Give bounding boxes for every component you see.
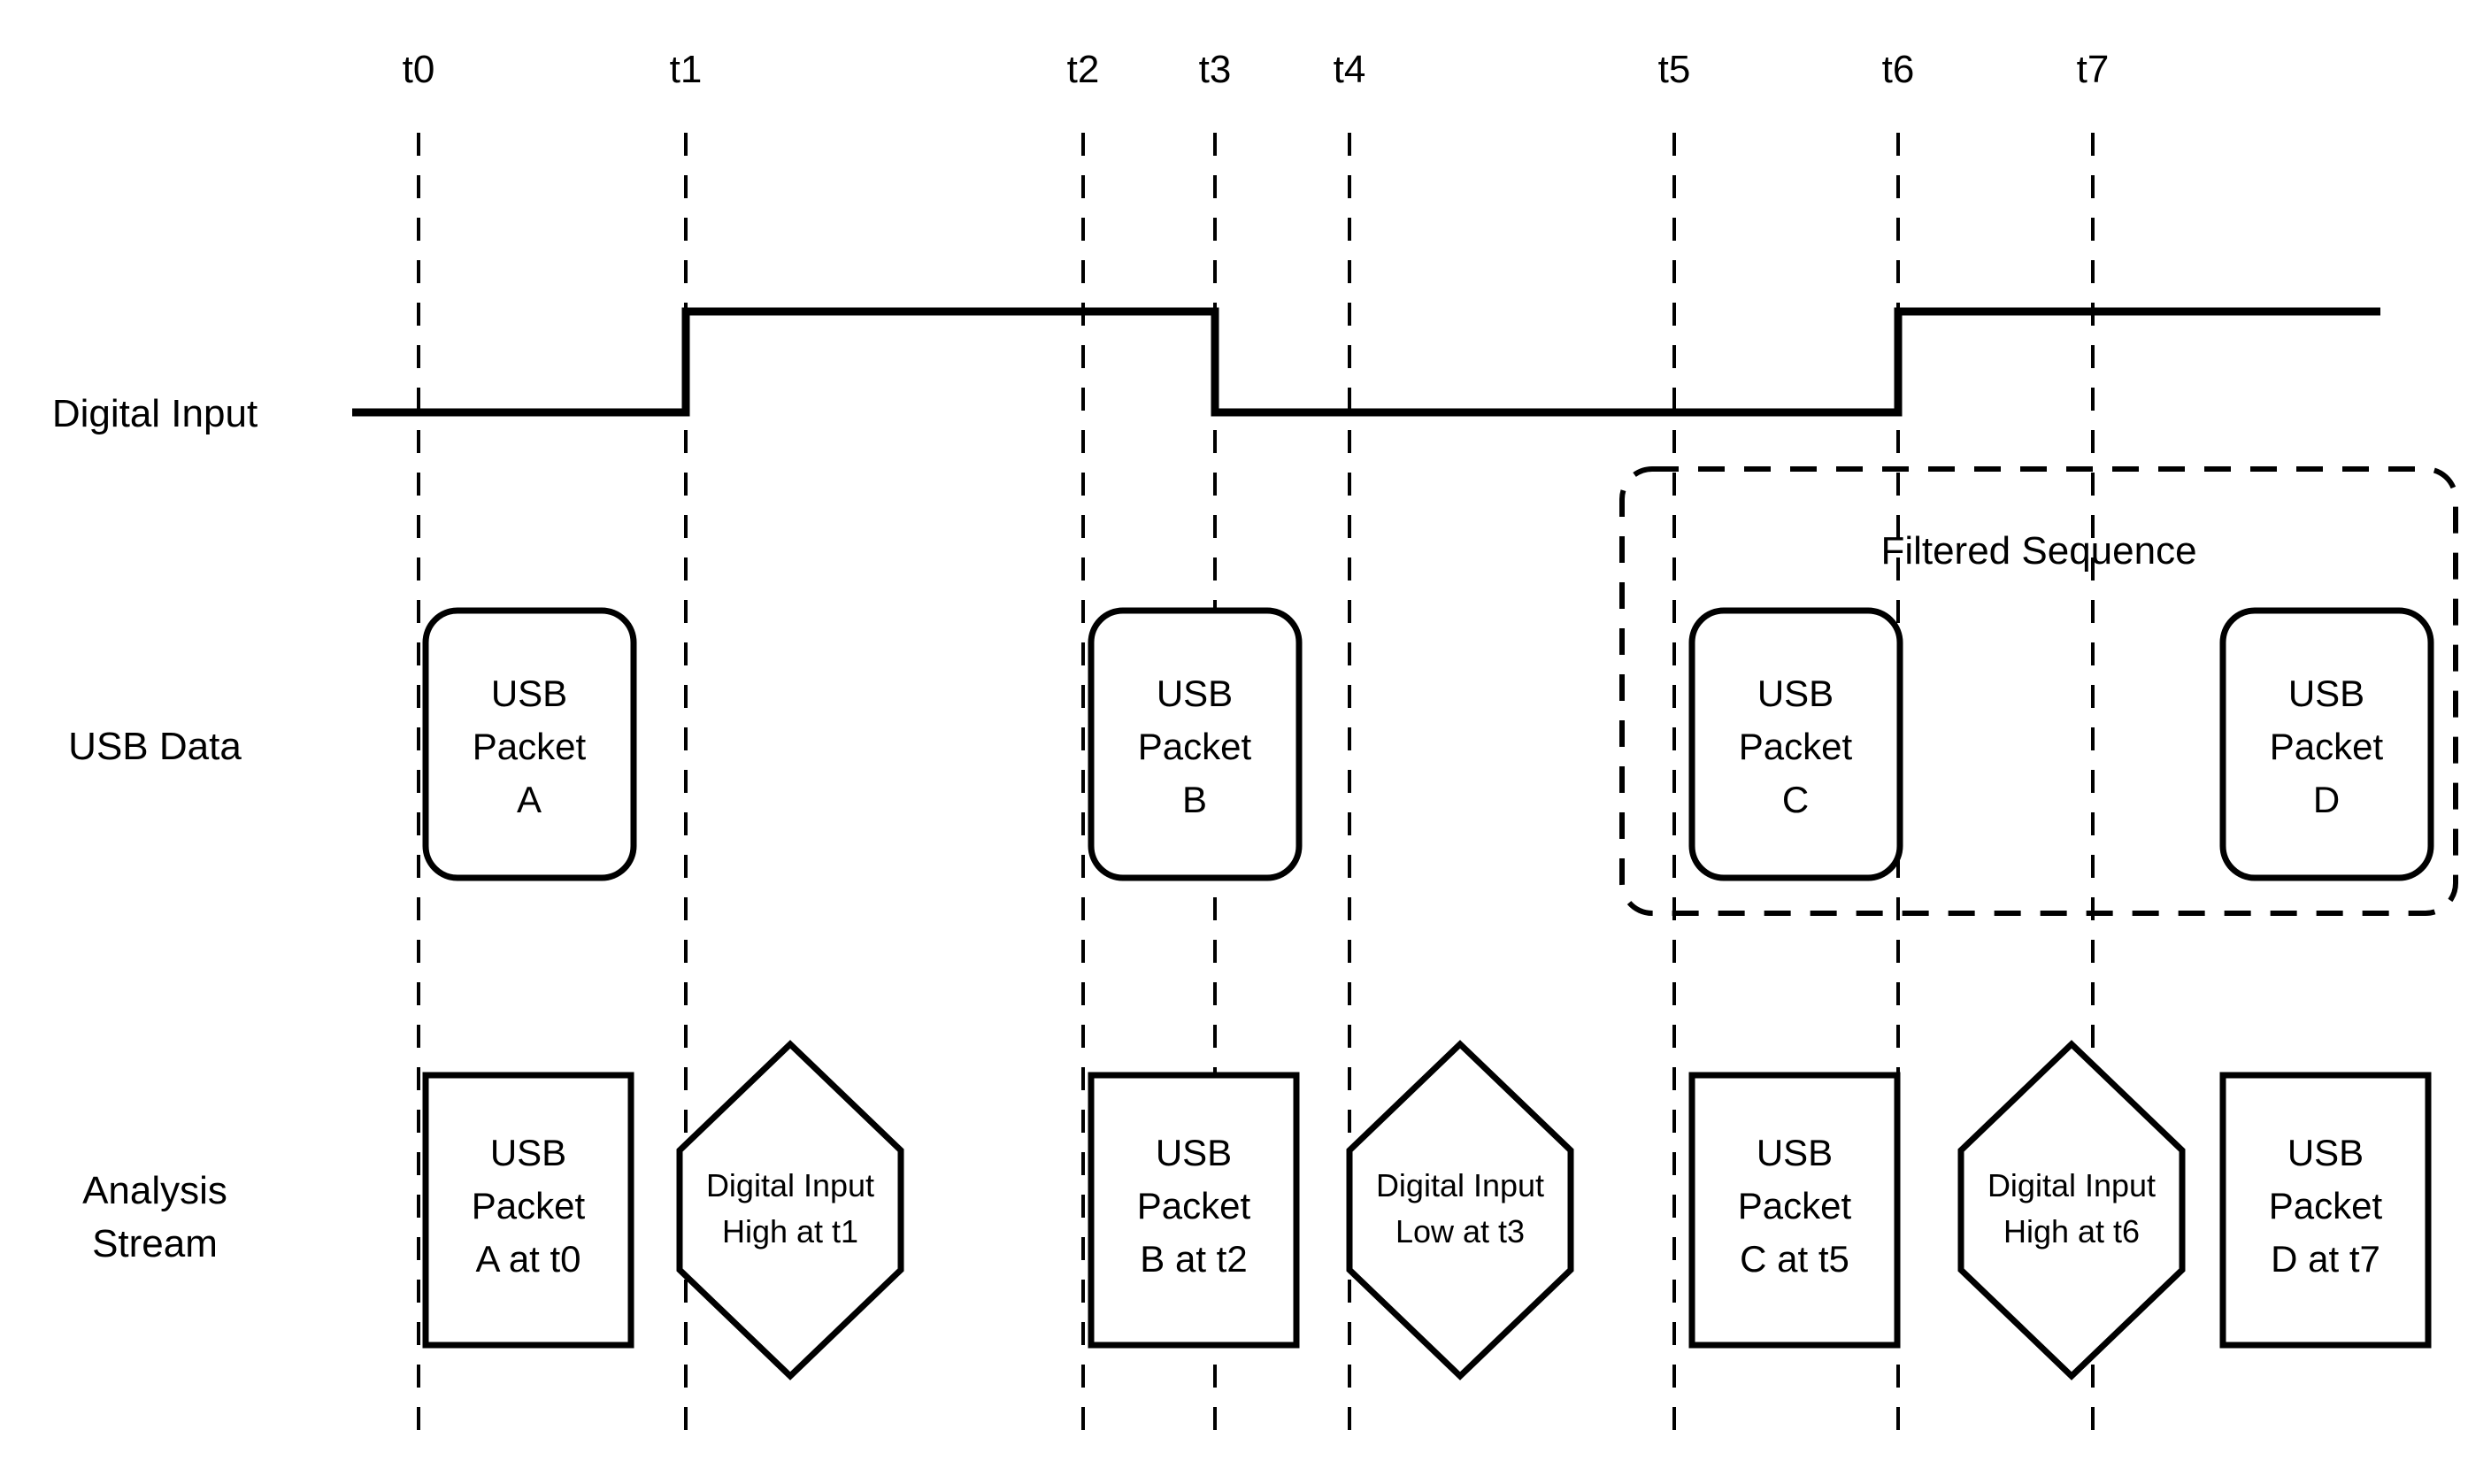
analysis-item-packet-a-line2: Packet: [472, 1185, 586, 1226]
usb-packet-c-line3: C: [1782, 779, 1809, 820]
analysis-item-event-t6-line2: High at t6: [2003, 1213, 2140, 1249]
row-label-analysis-stream: Analysis Stream: [82, 1169, 227, 1265]
analysis-item-packet-a[interactable]: USB Packet A at t0: [422, 1072, 634, 1349]
usb-packet-d-line1: USB: [2288, 673, 2364, 714]
usb-packet-a-line3: A: [517, 779, 542, 820]
analysis-item-packet-b-line3: B at t2: [1140, 1238, 1247, 1280]
usb-packet-c[interactable]: USB Packet C: [1688, 607, 1903, 881]
row-label-digital-input: Digital Input: [52, 392, 258, 435]
usb-packet-b-line1: USB: [1157, 673, 1233, 714]
usb-packet-b-line3: B: [1182, 779, 1207, 820]
analysis-item-event-t6-hex[interactable]: [1957, 1040, 2186, 1380]
analysis-item-event-t1-line2: High at t1: [722, 1213, 858, 1249]
time-label-t2: t2: [1067, 48, 1100, 91]
analysis-item-packet-d-line3: D at t7: [2271, 1238, 2380, 1280]
usb-packet-d-line2: Packet: [2270, 726, 2384, 767]
usb-data-packets: USB Packet A USB Packet B USB Packet C U…: [422, 607, 2434, 881]
time-label-t6: t6: [1882, 48, 1915, 91]
analysis-item-packet-b[interactable]: USB Packet B at t2: [1088, 1072, 1300, 1349]
usb-packet-a[interactable]: USB Packet A: [422, 607, 637, 881]
analysis-item-event-t1[interactable]: Digital Input High at t1: [676, 1040, 904, 1380]
analysis-item-packet-b-line1: USB: [1156, 1132, 1232, 1173]
analysis-item-packet-d-line1: USB: [2287, 1132, 2364, 1173]
analysis-item-event-t3-hex[interactable]: [1346, 1040, 1574, 1380]
time-label-t1: t1: [670, 48, 703, 91]
analysis-item-event-t6-line1: Digital Input: [1987, 1167, 2156, 1203]
usb-packet-b[interactable]: USB Packet B: [1088, 607, 1303, 881]
analysis-item-packet-d-line2: Packet: [2269, 1185, 2383, 1226]
analysis-item-event-t6[interactable]: Digital Input High at t6: [1957, 1040, 2186, 1380]
analysis-stream-items: USB Packet A at t0 Digital Input High at…: [422, 1040, 2432, 1380]
time-label-t0: t0: [403, 48, 435, 91]
analysis-item-event-t3-line1: Digital Input: [1376, 1167, 1544, 1203]
analysis-item-event-t1-hex[interactable]: [676, 1040, 904, 1380]
filtered-sequence-label: Filtered Sequence: [1880, 529, 2196, 573]
time-label-t5: t5: [1658, 48, 1691, 91]
row-label-analysis-stream-line2: Stream: [92, 1222, 218, 1265]
usb-packet-d-line3: D: [2313, 779, 2340, 820]
time-label-t3: t3: [1199, 48, 1232, 91]
analysis-item-packet-b-line2: Packet: [1137, 1185, 1251, 1226]
timing-diagram-svg: t0 t1 t2 t3 t4 t5 t6 t7 Digital Input US…: [52, 48, 2458, 1441]
usb-packet-a-line1: USB: [491, 673, 567, 714]
analysis-item-packet-c-line1: USB: [1757, 1132, 1833, 1173]
analysis-item-event-t3[interactable]: Digital Input Low at t3: [1346, 1040, 1574, 1380]
analysis-item-packet-a-line3: A at t0: [475, 1238, 580, 1280]
analysis-item-packet-c-line2: Packet: [1738, 1185, 1852, 1226]
analysis-item-packet-a-line1: USB: [490, 1132, 566, 1173]
time-label-t4: t4: [1334, 48, 1366, 91]
analysis-item-packet-c-line3: C at t5: [1740, 1238, 1849, 1280]
timing-diagram-canvas: t0 t1 t2 t3 t4 t5 t6 t7 Digital Input US…: [0, 0, 2491, 1484]
usb-packet-c-line2: Packet: [1739, 726, 1853, 767]
usb-packet-d[interactable]: USB Packet D: [2219, 607, 2434, 881]
analysis-item-event-t1-line1: Digital Input: [706, 1167, 874, 1203]
row-label-usb-data: USB Data: [68, 725, 242, 768]
time-label-t7: t7: [2077, 48, 2110, 91]
analysis-item-packet-c[interactable]: USB Packet C at t5: [1688, 1072, 1901, 1349]
analysis-item-event-t3-line2: Low at t3: [1395, 1213, 1525, 1249]
usb-packet-c-line1: USB: [1757, 673, 1834, 714]
usb-packet-a-line2: Packet: [473, 726, 587, 767]
time-axis-labels: t0 t1 t2 t3 t4 t5 t6 t7: [403, 48, 2110, 91]
analysis-item-packet-d[interactable]: USB Packet D at t7: [2219, 1072, 2432, 1349]
usb-packet-b-line2: Packet: [1138, 726, 1252, 767]
digital-input-waveform: [352, 307, 2380, 417]
row-label-analysis-stream-line1: Analysis: [82, 1169, 227, 1212]
